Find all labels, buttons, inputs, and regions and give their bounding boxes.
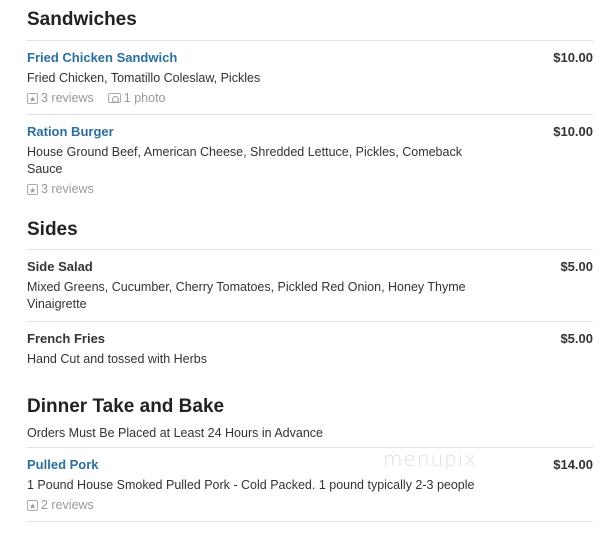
reviews-link[interactable]: 3 reviews (27, 181, 94, 199)
item-name: Side Salad (27, 259, 93, 274)
item-price: $5.00 (560, 259, 593, 274)
reviews-count: 2 reviews (41, 498, 94, 512)
menu-item: Fried Chicken Sandwich $10.00 Fried Chic… (27, 41, 593, 114)
item-description: House Ground Beef, American Cheese, Shre… (27, 145, 462, 176)
item-description: Mixed Greens, Cucumber, Cherry Tomatoes,… (27, 280, 466, 311)
item-name: French Fries (27, 331, 106, 346)
section-title: Sandwiches (27, 9, 137, 30)
divider (27, 521, 593, 522)
camera-icon (107, 93, 121, 103)
item-price: $14.00 (553, 457, 593, 472)
section-title: Sides (27, 219, 78, 240)
item-meta: 2 reviews (27, 497, 593, 515)
section-sandwiches: Sandwiches Fried Chicken Sandwich $10.00… (27, 9, 593, 205)
item-price: $10.00 (553, 124, 593, 139)
reviews-link[interactable]: 3 reviews (27, 90, 94, 108)
reviews-count: 3 reviews (41, 91, 94, 105)
menu-item: Side Salad $5.00 Mixed Greens, Cucumber,… (27, 250, 593, 321)
item-price: $10.00 (553, 50, 593, 65)
section-sides: Sides Side Salad $5.00 Mixed Greens, Cuc… (27, 219, 593, 376)
menu-item: French Fries $5.00 Hand Cut and tossed w… (27, 322, 593, 376)
review-star-icon (27, 183, 38, 199)
item-name-link[interactable]: Ration Burger (27, 124, 593, 140)
menu-item: Pulled Pork $14.00 1 Pound House Smoked … (27, 448, 593, 521)
section-title: Dinner Take and Bake (27, 396, 225, 417)
watermark-logo: menupix (383, 447, 478, 471)
review-star-icon (27, 499, 38, 515)
item-name-link[interactable]: Fried Chicken Sandwich (27, 50, 593, 66)
item-description: 1 Pound House Smoked Pulled Pork - Cold … (27, 478, 475, 492)
photos-count: 1 photo (123, 91, 166, 105)
item-meta: 3 reviews (27, 181, 593, 199)
item-name-link[interactable]: Pulled Pork (27, 457, 593, 473)
item-price: $5.00 (560, 331, 593, 346)
item-description: Hand Cut and tossed with Herbs (27, 352, 207, 366)
review-star-icon (27, 92, 38, 108)
section-description: Orders Must Be Placed at Least 24 Hours … (27, 426, 323, 440)
photos-link[interactable]: 1 photo (107, 90, 166, 106)
item-description: Fried Chicken, Tomatillo Coleslaw, Pickl… (27, 71, 261, 85)
reviews-count: 3 reviews (41, 182, 94, 196)
section-dinner-take-and-bake: Dinner Take and Bake Orders Must Be Plac… (27, 396, 593, 522)
menu-item: Ration Burger $10.00 House Ground Beef, … (27, 115, 593, 205)
reviews-link[interactable]: 2 reviews (27, 497, 94, 515)
item-meta: 3 reviews 1 photo (27, 90, 593, 108)
